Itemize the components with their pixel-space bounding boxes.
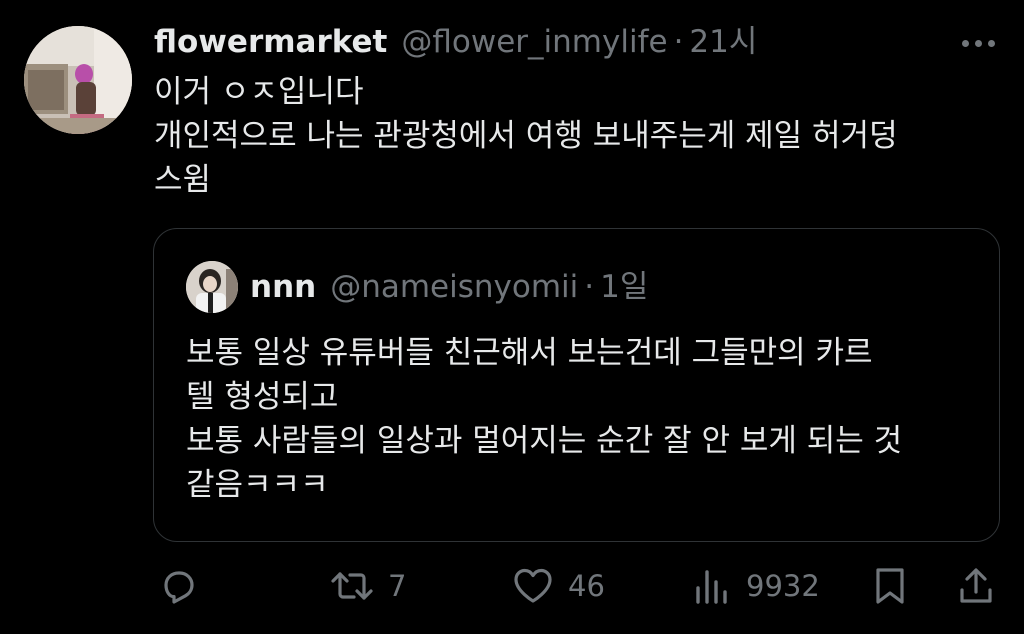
quoted-author-handle: @nameisnyomii [330, 269, 579, 305]
tweet-timestamp[interactable]: 21시 [689, 22, 757, 62]
reply-icon [164, 571, 194, 604]
quoted-text-line: 같음ㅋㅋㅋ [186, 467, 329, 503]
like-count: 46 [568, 569, 605, 603]
bookmark-button[interactable] [872, 564, 908, 608]
quoted-author-display-name: nnn [250, 269, 317, 305]
retweet-count: 7 [388, 569, 407, 603]
header-separator: · [673, 24, 684, 60]
quoted-tweet-timestamp: 1일 [600, 269, 649, 305]
tweet-header: flowermarket @flower_inmylife · 21시 [154, 22, 757, 62]
reply-button[interactable] [158, 564, 198, 608]
share-icon [960, 568, 992, 603]
more-dot-icon [987, 39, 995, 47]
author-avatar[interactable] [24, 26, 132, 134]
share-button[interactable] [956, 564, 996, 608]
more-dot-icon [974, 39, 982, 47]
views-button[interactable]: 9932 [692, 564, 820, 608]
retweet-button[interactable]: 7 [330, 564, 406, 608]
quoted-text-line: 보통 일상 유튜버들 친근해서 보는건데 그들만의 카르 [186, 335, 873, 371]
tweet-text-line: 스윔 [154, 162, 212, 198]
more-options-button[interactable] [956, 30, 1000, 56]
author-avatar-image [24, 26, 132, 134]
more-dot-icon [961, 39, 969, 47]
quoted-tweet-card[interactable]: nnn @nameisnyomii · 1일 보통 일상 유튜버들 친근해서 보… [153, 228, 1000, 542]
quoted-tweet-header: nnn @nameisnyomii · 1일 [250, 267, 648, 307]
retweet-icon [331, 572, 373, 600]
tweet-text: 이거 ㅇㅈ입니다 개인적으로 나는 관광청에서 여행 보내주는게 제일 허거덩 … [154, 70, 994, 202]
views-icon [696, 570, 727, 604]
quoted-text-line: 텔 형성되고 [186, 379, 339, 415]
quoted-header-separator: · [584, 269, 595, 305]
quoted-author-avatar[interactable] [186, 261, 238, 313]
quoted-text-line: 보통 사람들의 일상과 멀어지는 순간 잘 안 보게 되는 것 [186, 423, 903, 459]
tweet-text-line: 개인적으로 나는 관광청에서 여행 보내주는게 제일 허거덩 [154, 118, 898, 154]
tweet-text-line: 이거 ㅇㅈ입니다 [154, 74, 364, 110]
quoted-tweet-text: 보통 일상 유튜버들 친근해서 보는건데 그들만의 카르 텔 형성되고 보통 사… [186, 331, 976, 507]
quoted-author-avatar-image [186, 261, 238, 313]
like-button[interactable]: 46 [512, 564, 605, 608]
views-count: 9932 [746, 569, 820, 603]
author-handle[interactable]: @flower_inmylife [401, 22, 667, 62]
heart-icon [514, 568, 552, 603]
author-display-name[interactable]: flowermarket [154, 22, 387, 62]
bookmark-icon [876, 568, 904, 604]
